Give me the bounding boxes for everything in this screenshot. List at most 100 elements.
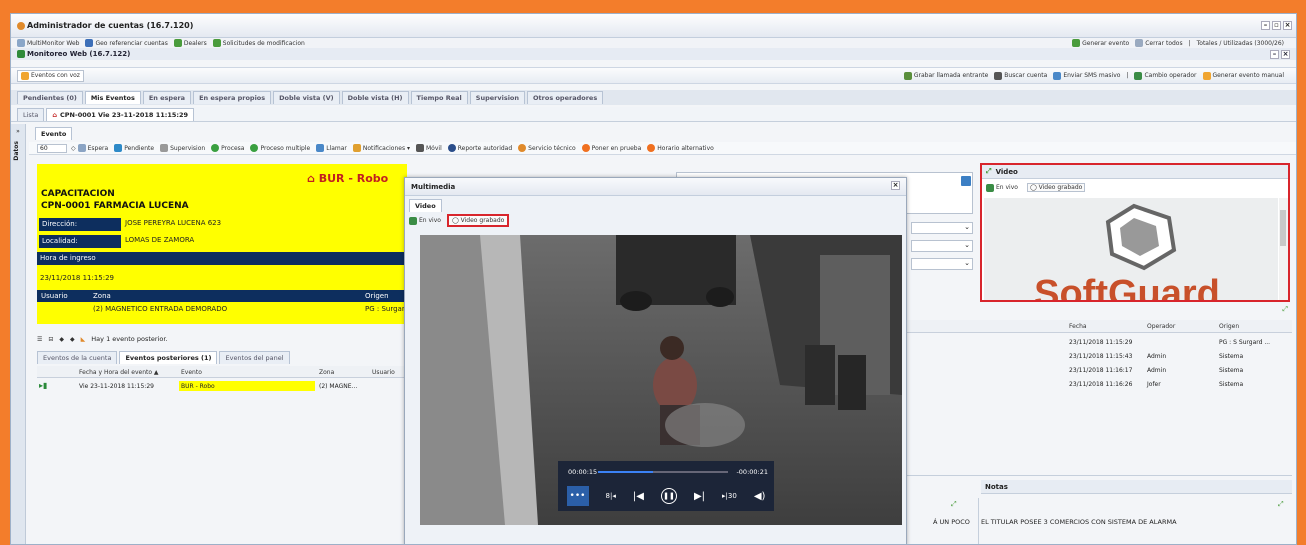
tab-supervision[interactable]: Supervision xyxy=(469,91,526,104)
expand-icon[interactable]: ⤢ xyxy=(986,167,992,176)
splitter[interactable] xyxy=(906,475,1292,478)
camera-icon xyxy=(409,216,417,225)
previous-icon[interactable]: |◀ xyxy=(633,491,644,502)
tab-doble-vista-h[interactable]: Doble vista (H) xyxy=(341,91,409,104)
seek-bar[interactable] xyxy=(598,471,728,473)
tab-mis-eventos[interactable]: Mis Eventos xyxy=(84,91,141,104)
video-player[interactable]: 00:00:15 -00:00:21 ••• 8 |◂ |◀ ❚❚ ▶| ▸| 30… xyxy=(420,235,902,525)
dropdown-3[interactable]: ⌄ xyxy=(911,258,973,270)
generate-event-link[interactable]: Generar evento xyxy=(1072,39,1129,47)
tab-eventos-panel[interactable]: Eventos del panel xyxy=(219,351,290,364)
next-icon[interactable]: ▶| xyxy=(694,491,705,502)
tab-en-espera-propios[interactable]: En espera propios xyxy=(193,91,272,104)
more-icon[interactable]: ••• xyxy=(566,486,589,506)
tab-eventos-cuenta[interactable]: Eventos de la cuenta xyxy=(37,351,118,364)
collapse-icon[interactable]: ⊟ xyxy=(48,336,53,343)
expand-icon[interactable]: ⤢ xyxy=(1278,500,1284,509)
action-poner-en-prueba[interactable]: Poner en prueba xyxy=(581,144,641,152)
close-button[interactable]: × xyxy=(1283,21,1292,30)
call-icon xyxy=(316,144,325,152)
count-input[interactable]: 60 xyxy=(37,143,67,153)
action-horario-alternativo[interactable]: Horario alternativo xyxy=(647,144,714,152)
action-notificaciones[interactable]: Notificaciones ▾ xyxy=(352,144,410,152)
direccion-label: Dirección: xyxy=(39,218,121,231)
dropdown-1[interactable]: ⌄ xyxy=(911,222,973,234)
col-zona[interactable]: Zona xyxy=(319,369,334,376)
expand-icon[interactable]: ⤢ xyxy=(951,500,957,509)
menu-solicitudes[interactable]: Solicitudes de modificacion xyxy=(212,39,305,47)
action-proceso-multiple[interactable]: Proceso multiple xyxy=(250,144,310,152)
table-row[interactable]: 23/11/2018 11:15:29 PG : S Surgard ... xyxy=(906,336,1292,349)
live-button[interactable]: En vivo xyxy=(409,216,441,225)
car-icon[interactable]: ◆ xyxy=(70,336,75,343)
shield-icon xyxy=(17,50,25,58)
action-supervision[interactable]: Supervision xyxy=(160,144,205,152)
scrollbar[interactable] xyxy=(1279,198,1288,300)
minimize-button[interactable]: – xyxy=(1270,49,1279,59)
restore-button[interactable]: ▫ xyxy=(1272,21,1281,30)
action-procesa[interactable]: Procesa xyxy=(211,144,244,152)
tab-en-espera[interactable]: En espera xyxy=(142,91,192,104)
action-servicio-tecnico[interactable]: Servicio técnico xyxy=(518,144,576,152)
col-usuario[interactable]: Usuario xyxy=(372,369,395,376)
tab-lista[interactable]: Lista xyxy=(17,107,45,121)
save-icon[interactable] xyxy=(961,176,971,186)
tab-video[interactable]: Video xyxy=(409,199,442,212)
tab-current-event[interactable]: ⌂ CPN-0001 Vie 23-11-2018 11:15:29 xyxy=(46,107,195,121)
action-espera[interactable]: Espera xyxy=(77,144,108,152)
volume-icon[interactable]: ◀) xyxy=(754,491,766,502)
tab-eventos-posteriores[interactable]: Eventos posteriores (1) xyxy=(119,351,218,364)
tab-doble-vista-v[interactable]: Doble vista (V) xyxy=(273,91,340,104)
menu-dealers[interactable]: Dealers xyxy=(173,39,207,47)
menu-multimonitor[interactable]: MultiMonitor Web xyxy=(17,39,79,47)
recorded-button[interactable]: ◯ Video grabado xyxy=(446,214,510,227)
close-button[interactable]: × xyxy=(891,181,900,190)
search-account-button[interactable]: Buscar cuenta xyxy=(994,71,1047,80)
col-evento[interactable]: Evento xyxy=(181,369,202,376)
table-row[interactable]: 23/11/2018 11:16:26 Jofer Sistema xyxy=(906,378,1292,391)
stepper[interactable]: ◇ xyxy=(71,145,76,152)
list-icon[interactable]: ☰ xyxy=(37,336,42,343)
dropdown-2[interactable]: ⌄ xyxy=(911,240,973,252)
multimedia-modes: En vivo ◯ Video grabado xyxy=(409,214,515,227)
tab-tiempo-real[interactable]: Tiempo Real xyxy=(410,91,468,104)
minimize-button[interactable]: – xyxy=(1261,21,1270,30)
skip-forward-button[interactable]: ▸| 30 xyxy=(722,492,737,500)
send-sms-button[interactable]: Enviar SMS masivo xyxy=(1053,71,1120,80)
table-row[interactable]: 23/11/2018 11:16:17 Admin Sistema xyxy=(906,364,1292,377)
close-button[interactable]: × xyxy=(1281,49,1290,59)
megaphone-icon[interactable]: ◣ xyxy=(81,336,86,343)
menu-georef[interactable]: Geo referenciar cuentas xyxy=(85,39,168,47)
col-fecha[interactable]: Fecha y Hora del evento ▲ xyxy=(79,369,159,376)
manual-event-button[interactable]: Generar evento manual xyxy=(1202,71,1284,80)
top-menu: MultiMonitor Web Geo referenciar cuentas… xyxy=(11,38,1296,48)
skip-back-button[interactable]: 8 |◂ xyxy=(606,492,616,500)
close-all-link[interactable]: Cerrar todos xyxy=(1135,39,1183,47)
tab-evento[interactable]: Evento xyxy=(35,127,73,140)
record-call-button[interactable]: Grabar llamada entrante xyxy=(903,71,988,80)
change-operator-button[interactable]: Cambio operador xyxy=(1134,71,1197,80)
row-fecha: Vie 23-11-2018 11:15:29 xyxy=(79,383,154,390)
video-controls: 00:00:15 -00:00:21 ••• 8 |◂ |◀ ❚❚ ▶| ▸| 30… xyxy=(558,461,774,511)
datos-sidebar[interactable]: » Datos xyxy=(11,124,26,544)
car-icon[interactable]: ◆ xyxy=(59,336,64,343)
action-movil[interactable]: Móvil xyxy=(416,144,442,152)
voice-events-button[interactable]: Eventos con voz xyxy=(17,69,84,82)
tab-pendientes[interactable]: Pendientes (0) xyxy=(17,91,83,104)
tab-otros-operadores[interactable]: Otros operadores xyxy=(527,91,604,104)
action-llamar[interactable]: Llamar xyxy=(316,144,347,152)
col-operador[interactable]: Operador xyxy=(1147,323,1175,330)
action-reporte-autoridad[interactable]: Reporte autoridad xyxy=(447,144,512,152)
col-fecha[interactable]: Fecha xyxy=(1069,323,1087,330)
table-row[interactable]: ▸▮ Vie 23-11-2018 11:15:29 BUR - Robo (2… xyxy=(37,380,409,392)
action-pendiente[interactable]: Pendiente xyxy=(114,144,154,152)
logo-text: SoftGuard xyxy=(1034,273,1220,300)
table-row[interactable]: 23/11/2018 11:15:43 Admin Sistema xyxy=(906,350,1292,363)
expand-icon[interactable]: ⤢ xyxy=(906,305,1292,317)
recorded-button[interactable]: ◯ Video grabado xyxy=(1026,183,1086,192)
expand-icon[interactable]: » xyxy=(11,128,25,135)
col-origen[interactable]: Origen xyxy=(1219,323,1239,330)
pause-button[interactable]: ❚❚ xyxy=(660,488,677,504)
live-button[interactable]: En vivo xyxy=(986,183,1018,192)
main-toolbar: Eventos con voz Grabar llamada entrante … xyxy=(11,67,1296,84)
